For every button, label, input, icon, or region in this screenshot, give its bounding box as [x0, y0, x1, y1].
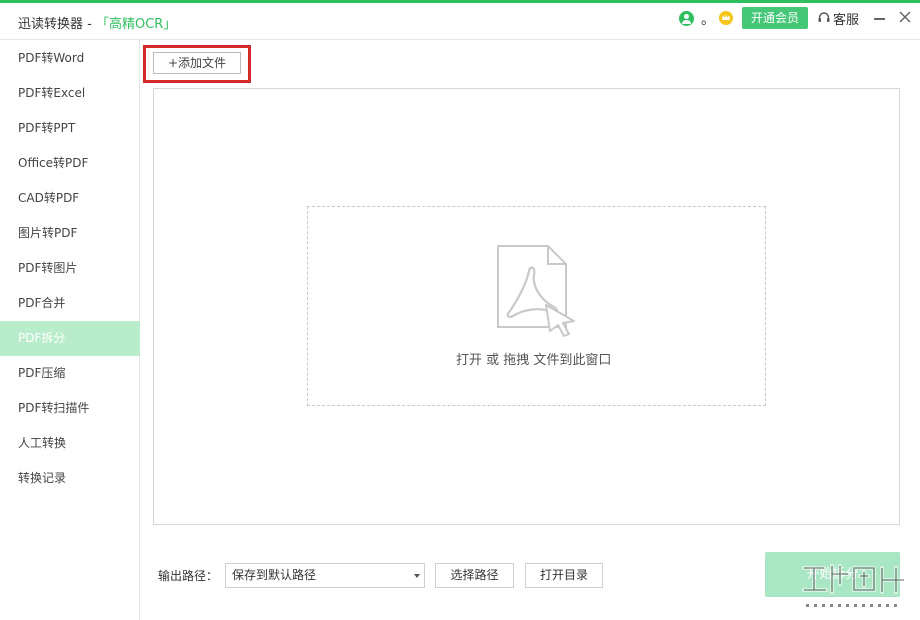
output-path-label: 输出路径： — [158, 569, 219, 583]
sidebar-item-cad-to-pdf[interactable]: CAD转PDF — [0, 181, 140, 216]
chevron-down-icon — [414, 574, 420, 578]
sidebar-item-pdf-split[interactable]: PDF拆分 — [0, 321, 140, 356]
sidebar: PDF转Word PDF转Excel PDF转PPT Office转PDF CA… — [0, 40, 140, 620]
app-title: 迅读转换器 - 「高精OCR」 — [18, 13, 176, 32]
support-button[interactable]: 客服 — [833, 9, 859, 28]
crown-icon[interactable] — [718, 10, 734, 26]
close-icon[interactable] — [896, 7, 914, 27]
sidebar-item-pdf-merge[interactable]: PDF合并 — [0, 286, 140, 321]
sidebar-item-pdf-to-word[interactable]: PDF转Word — [0, 41, 140, 76]
choose-path-button[interactable]: 选择路径 — [435, 563, 514, 588]
sidebar-item-pdf-to-ppt[interactable]: PDF转PPT — [0, 111, 140, 146]
app-name: 迅读转换器 - — [18, 17, 96, 32]
pdf-file-icon — [497, 245, 575, 337]
sidebar-item-image-to-pdf[interactable]: 图片转PDF — [0, 216, 140, 251]
sidebar-item-history[interactable]: 转换记录 — [0, 461, 140, 496]
sidebar-item-manual-convert[interactable]: 人工转换 — [0, 426, 140, 461]
minimize-icon[interactable] — [872, 7, 888, 27]
vip-button[interactable]: 开通会员 — [742, 7, 808, 29]
headset-icon[interactable] — [817, 11, 831, 25]
sidebar-item-pdf-compress[interactable]: PDF压缩 — [0, 356, 140, 391]
sidebar-item-pdf-to-scan[interactable]: PDF转扫描件 — [0, 391, 140, 426]
sidebar-item-pdf-to-excel[interactable]: PDF转Excel — [0, 76, 140, 111]
drop-hint-text: 打开 或 拖拽 文件到此窗口 — [456, 353, 612, 368]
output-path-value: 保存到默认路径 — [232, 568, 317, 582]
app-subtitle: 「高精OCR」 — [95, 17, 177, 32]
sidebar-item-pdf-to-image[interactable]: PDF转图片 — [0, 251, 140, 286]
username-text: 。 — [701, 12, 715, 28]
highlight-box — [143, 45, 251, 83]
avatar-icon[interactable] — [679, 11, 694, 26]
output-path-select[interactable]: 保存到默认路径 — [225, 563, 425, 588]
watermark-logo-icon — [802, 564, 906, 607]
sidebar-item-office-to-pdf[interactable]: Office转PDF — [0, 146, 140, 181]
title-bar: 迅读转换器 - 「高精OCR」 。 开通会员 客服 — [0, 0, 920, 40]
open-directory-button[interactable]: 打开目录 — [525, 563, 603, 588]
